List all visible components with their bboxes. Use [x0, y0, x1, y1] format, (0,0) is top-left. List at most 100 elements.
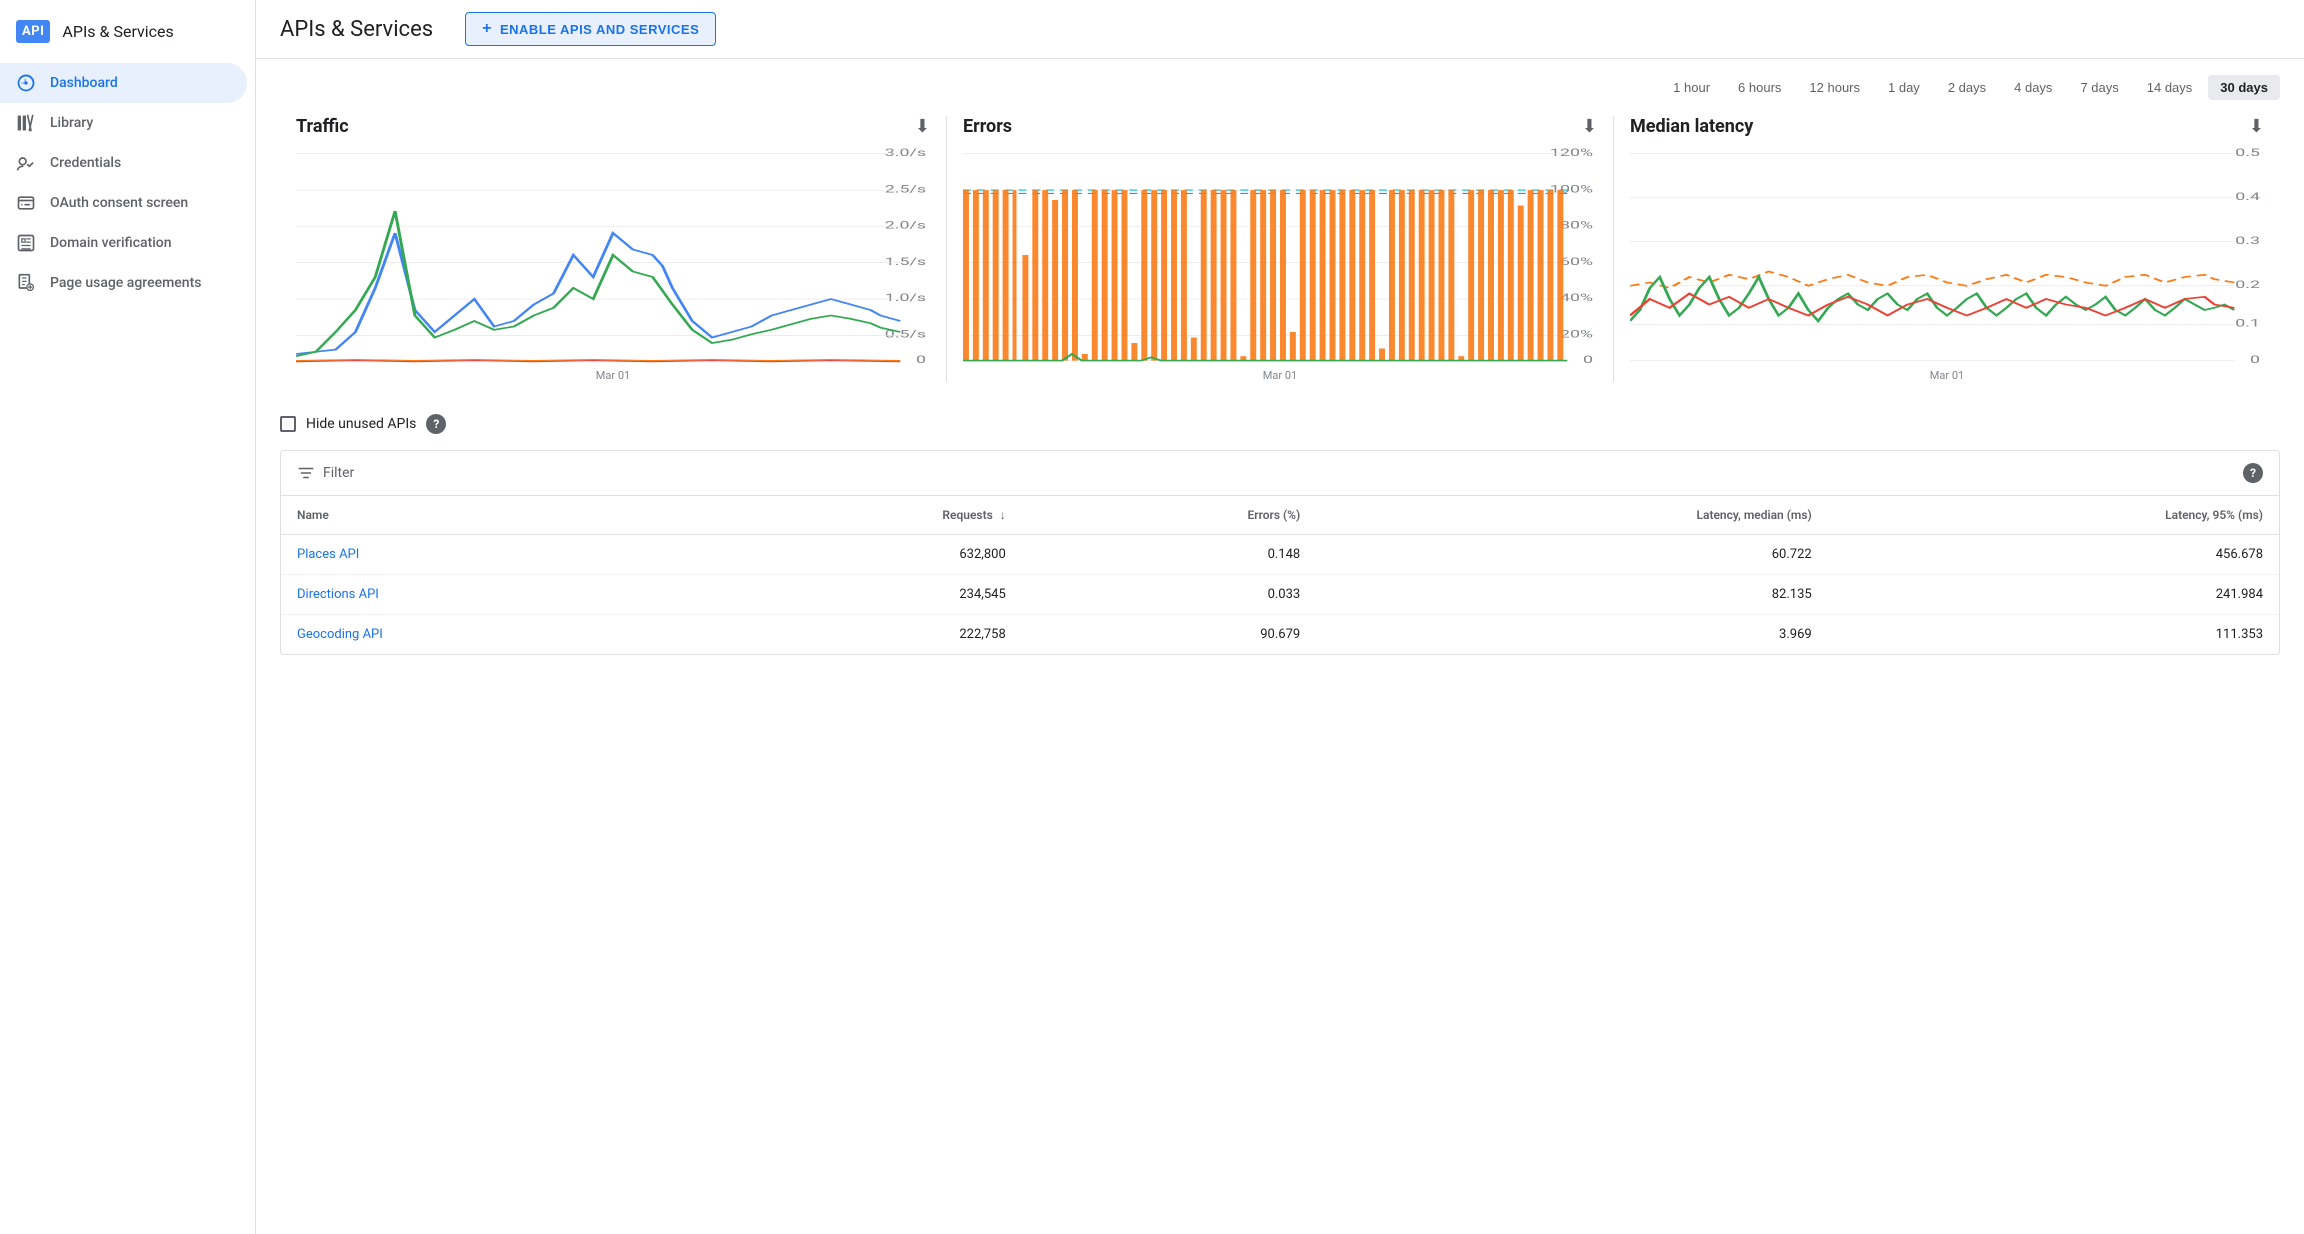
- row-latency-95-directions: 241.984: [1828, 575, 2279, 615]
- sidebar-item-dashboard[interactable]: Dashboard: [0, 63, 247, 103]
- errors-chart-container: 120% 100% 80% 60% 40% 20% 0: [963, 145, 1597, 365]
- traffic-x-label: Mar 01: [296, 369, 930, 382]
- topbar: APIs & Services + ENABLE APIS AND SERVIC…: [256, 0, 2304, 59]
- domain-icon: [16, 233, 36, 253]
- svg-text:2.5/s: 2.5/s: [885, 183, 926, 195]
- sort-arrow-requests: ↓: [1000, 508, 1006, 522]
- time-btn-30d[interactable]: 30 days: [2208, 75, 2280, 100]
- traffic-chart-container: 3.0/s 2.5/s 2.0/s 1.5/s 1.0/s 0.5/s 0: [296, 145, 930, 365]
- svg-text:0.3: 0.3: [2235, 235, 2260, 247]
- row-name-places: Places API: [281, 535, 690, 575]
- time-btn-7d[interactable]: 7 days: [2068, 75, 2130, 100]
- sidebar-item-library[interactable]: Library: [0, 103, 247, 143]
- svg-text:1.0/s: 1.0/s: [885, 292, 926, 304]
- errors-download-icon[interactable]: ⬇: [1582, 116, 1597, 137]
- latency-chart-svg: 0.5 0.4 0.3 0.2 0.1 0: [1630, 145, 2264, 365]
- time-btn-6h[interactable]: 6 hours: [1726, 75, 1793, 100]
- traffic-chart-header: Traffic ⬇: [296, 116, 930, 137]
- traffic-download-icon[interactable]: ⬇: [915, 116, 930, 137]
- svg-text:0: 0: [1583, 354, 1593, 365]
- directions-api-link[interactable]: Directions API: [297, 587, 379, 602]
- svg-text:60%: 60%: [1560, 256, 1593, 268]
- svg-text:0.2: 0.2: [2235, 279, 2260, 291]
- geocoding-api-link[interactable]: Geocoding API: [297, 627, 383, 642]
- col-latency-median: Latency, median (ms): [1316, 496, 1827, 535]
- col-requests[interactable]: Requests ↓: [690, 496, 1021, 535]
- filter-label: Filter: [323, 465, 354, 481]
- traffic-chart-title: Traffic: [296, 116, 349, 137]
- row-latency-median-places: 60.722: [1316, 535, 1827, 575]
- sidebar-logo: API APIs & Services: [0, 8, 255, 63]
- svg-text:1.5/s: 1.5/s: [885, 256, 926, 268]
- errors-x-label: Mar 01: [963, 369, 1597, 382]
- time-btn-1d[interactable]: 1 day: [1876, 75, 1932, 100]
- time-btn-4d[interactable]: 4 days: [2002, 75, 2064, 100]
- time-btn-1h[interactable]: 1 hour: [1661, 75, 1722, 100]
- filter-button[interactable]: Filter: [297, 464, 354, 482]
- latency-x-label: Mar 01: [1630, 369, 2264, 382]
- hide-unused-checkbox[interactable]: [280, 416, 296, 432]
- row-latency-median-directions: 82.135: [1316, 575, 1827, 615]
- sidebar-app-name: APIs & Services: [62, 22, 173, 41]
- places-api-link[interactable]: Places API: [297, 547, 359, 562]
- sidebar-item-label-domain: Domain verification: [50, 235, 172, 251]
- content-area: 1 hour 6 hours 12 hours 1 day 2 days 4 d…: [256, 59, 2304, 1234]
- time-btn-12h[interactable]: 12 hours: [1797, 75, 1872, 100]
- library-icon: [16, 113, 36, 133]
- sidebar-item-label-dashboard: Dashboard: [50, 75, 118, 91]
- hide-unused-label: Hide unused APIs: [306, 416, 416, 432]
- row-latency-95-places: 456.678: [1828, 535, 2279, 575]
- row-errors-geocoding: 90.679: [1022, 615, 1316, 655]
- time-range-bar: 1 hour 6 hours 12 hours 1 day 2 days 4 d…: [280, 75, 2280, 100]
- table-header-row: Name Requests ↓ Errors (%) Latency, medi…: [281, 496, 2279, 535]
- charts-row: Traffic ⬇ 3.0/s 2.5/s 2.0/s 1.5/s 1.0/s …: [280, 116, 2280, 382]
- row-requests-places: 632,800: [690, 535, 1021, 575]
- svg-text:0.5: 0.5: [2235, 147, 2260, 159]
- plus-icon: +: [482, 20, 492, 38]
- row-latency-median-geocoding: 3.969: [1316, 615, 1827, 655]
- latency-download-icon[interactable]: ⬇: [2249, 116, 2264, 137]
- enable-btn-label: ENABLE APIS AND SERVICES: [500, 22, 699, 37]
- svg-text:40%: 40%: [1560, 292, 1593, 304]
- dashboard-icon: [16, 73, 36, 93]
- svg-text:0: 0: [916, 354, 926, 365]
- row-name-directions: Directions API: [281, 575, 690, 615]
- time-btn-14d[interactable]: 14 days: [2135, 75, 2205, 100]
- row-errors-places: 0.148: [1022, 535, 1316, 575]
- row-latency-95-geocoding: 111.353: [1828, 615, 2279, 655]
- api-table: Name Requests ↓ Errors (%) Latency, medi…: [281, 496, 2279, 654]
- traffic-chart-panel: Traffic ⬇ 3.0/s 2.5/s 2.0/s 1.5/s 1.0/s …: [280, 116, 947, 382]
- row-errors-directions: 0.033: [1022, 575, 1316, 615]
- svg-text:0.1: 0.1: [2235, 318, 2260, 330]
- sidebar-item-label-page-usage: Page usage agreements: [50, 275, 201, 291]
- latency-chart-header: Median latency ⬇: [1630, 116, 2264, 137]
- api-table-container: Filter ? Name Requests ↓ Errors (%) Late…: [280, 450, 2280, 655]
- sidebar-item-oauth[interactable]: OAuth consent screen: [0, 183, 247, 223]
- row-name-geocoding: Geocoding API: [281, 615, 690, 655]
- hide-unused-help-icon[interactable]: ?: [426, 414, 446, 434]
- time-btn-2d[interactable]: 2 days: [1936, 75, 1998, 100]
- col-name: Name: [281, 496, 690, 535]
- enable-apis-button[interactable]: + ENABLE APIS AND SERVICES: [465, 12, 716, 46]
- filter-section: Hide unused APIs ? Filter ?: [280, 414, 2280, 655]
- sidebar-item-label-credentials: Credentials: [50, 155, 121, 171]
- latency-chart-panel: Median latency ⬇ 0.5 0.4 0.3 0.2 0.1 0: [1614, 116, 2280, 382]
- table-row: Directions API 234,545 0.033 82.135 241.…: [281, 575, 2279, 615]
- sidebar: API APIs & Services Dashboard Library: [0, 0, 256, 1234]
- sidebar-item-domain[interactable]: Domain verification: [0, 223, 247, 263]
- credentials-icon: [16, 153, 36, 173]
- errors-chart-title: Errors: [963, 116, 1012, 137]
- sidebar-item-credentials[interactable]: Credentials: [0, 143, 247, 183]
- col-latency-95: Latency, 95% (ms): [1828, 496, 2279, 535]
- oauth-icon: [16, 193, 36, 213]
- sidebar-item-page-usage[interactable]: Page usage agreements: [0, 263, 247, 303]
- svg-text:100%: 100%: [1550, 183, 1593, 195]
- filter-icon: [297, 464, 315, 482]
- row-requests-geocoding: 222,758: [690, 615, 1021, 655]
- table-row: Geocoding API 222,758 90.679 3.969 111.3…: [281, 615, 2279, 655]
- svg-text:80%: 80%: [1560, 220, 1593, 232]
- table-help-icon[interactable]: ?: [2243, 463, 2263, 483]
- hide-unused-row: Hide unused APIs ?: [280, 414, 2280, 434]
- page-usage-icon: [16, 273, 36, 293]
- table-body: Places API 632,800 0.148 60.722 456.678 …: [281, 535, 2279, 655]
